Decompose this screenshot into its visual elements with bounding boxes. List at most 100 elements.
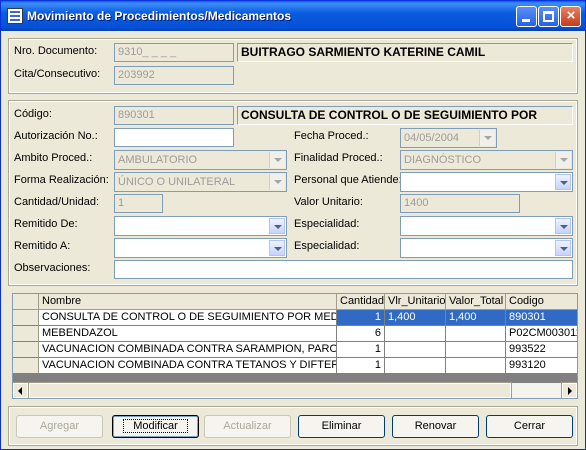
finalidad-value: DIAGNÓSTICO: [404, 154, 482, 166]
table-cell-valor-total[interactable]: 1,400: [446, 310, 506, 326]
actualizar-button[interactable]: Actualizar: [204, 415, 291, 438]
row-selector[interactable]: [13, 358, 39, 374]
fecha-value: 04/05/2004: [404, 132, 460, 144]
autorizacion-field[interactable]: [114, 128, 234, 147]
codigo-field: 890301: [114, 106, 234, 125]
valor-field: 1400: [400, 194, 520, 213]
table-cell-vlr-unitario[interactable]: [385, 326, 446, 342]
codigo-description: CONSULTA DE CONTROL O DE SEGUIMIENTO POR: [237, 106, 573, 125]
eliminar-button[interactable]: Eliminar: [298, 415, 385, 438]
table-cell-nombre[interactable]: VACUNACION COMBINADA CONTRA TETANOS Y DI…: [39, 358, 337, 374]
row-selector[interactable]: [13, 310, 39, 326]
modificar-button[interactable]: Modificar: [112, 415, 199, 438]
cerrar-label: Cerrar: [513, 420, 546, 432]
patient-name: BUITRAGO SARMIENTO KATERINE CAMIL: [237, 43, 573, 62]
window-title: Movimiento de Procedimientos/Medicamento…: [27, 9, 292, 23]
table-cell-valor-total[interactable]: [446, 326, 506, 342]
ambito-label: Ambito Proced.:: [14, 152, 93, 164]
table-cell-valor-total[interactable]: [446, 342, 506, 358]
modificar-label: Modificar: [123, 419, 188, 433]
table-cell-valor-total[interactable]: [446, 358, 506, 374]
renovar-button[interactable]: Renovar: [392, 415, 479, 438]
finalidad-select[interactable]: DIAGNÓSTICO: [400, 150, 573, 170]
horizontal-scrollbar[interactable]: [13, 382, 577, 398]
minimize-button[interactable]: [516, 6, 537, 27]
actualizar-label: Actualizar: [223, 420, 272, 432]
codigo-label: Código:: [14, 108, 52, 120]
chevron-down-icon: [269, 240, 285, 256]
chevron-down-icon: [269, 174, 285, 190]
remitido-de-label: Remitido De:: [14, 218, 78, 230]
minimize-icon: [522, 19, 530, 22]
cantidad-label: Cantidad/Unidad:: [14, 196, 100, 208]
especialidad1-label: Especialidad:: [294, 218, 360, 230]
chevron-down-icon: [269, 218, 285, 234]
agregar-button[interactable]: Agregar: [16, 415, 103, 438]
table-cell-codigo[interactable]: 890301: [506, 310, 577, 326]
cerrar-button[interactable]: Cerrar: [486, 415, 573, 438]
column-header-nombre[interactable]: Nombre: [39, 294, 337, 310]
forma-value: ÚNICO O UNILATERAL: [118, 176, 236, 188]
agregar-label: Agregar: [39, 420, 80, 432]
table-cell-nombre[interactable]: MEBENDAZOL: [39, 326, 337, 342]
scroll-right-arrow-icon[interactable]: [561, 382, 577, 398]
finalidad-label: Finalidad Proced.:: [294, 152, 383, 164]
table-cell-cantidad[interactable]: 1: [337, 358, 385, 374]
especialidad2-select[interactable]: [400, 238, 573, 258]
close-icon: ×: [566, 7, 576, 24]
table-cell-cantidad[interactable]: 6: [337, 326, 385, 342]
column-header-valor-total[interactable]: Valor_Total: [446, 294, 506, 310]
personal-label: Personal que Atiende:: [294, 174, 402, 186]
table-cell-codigo[interactable]: 993522: [506, 342, 577, 358]
close-button[interactable]: ×: [560, 6, 581, 27]
table-cell-codigo[interactable]: P02CM003011: [506, 326, 577, 342]
chevron-down-icon: [555, 152, 571, 168]
scroll-left-arrow-icon[interactable]: [13, 382, 29, 398]
table-cell-nombre[interactable]: CONSULTA DE CONTROL O DE SEGUIMIENTO POR…: [39, 310, 337, 326]
column-header-codigo[interactable]: Codigo: [506, 294, 577, 310]
table-cell-vlr-unitario[interactable]: 1,400: [385, 310, 446, 326]
row-selector[interactable]: [13, 326, 39, 342]
title-bar[interactable]: Movimiento de Procedimientos/Medicamento…: [1, 1, 585, 31]
remitido-a-select[interactable]: [114, 238, 287, 258]
especialidad1-select[interactable]: [400, 216, 573, 236]
fecha-picker[interactable]: 04/05/2004: [400, 128, 497, 148]
table-cell-cantidad[interactable]: 1: [337, 342, 385, 358]
observaciones-label: Observaciones:: [14, 262, 91, 274]
table-cell-codigo[interactable]: 993120: [506, 358, 577, 374]
ambito-select[interactable]: AMBULATORIO: [114, 150, 287, 170]
table-cell-vlr-unitario[interactable]: [385, 358, 446, 374]
column-header-cantidad[interactable]: Cantidad: [337, 294, 385, 310]
chevron-down-icon: [555, 174, 571, 190]
maximize-button[interactable]: [538, 6, 559, 27]
row-selector[interactable]: [13, 342, 39, 358]
remitido-a-label: Remitido A:: [14, 240, 71, 252]
nro-documento-label: Nro. Documento:: [14, 45, 98, 57]
nro-documento-field: 9310_ _ _ _: [114, 43, 234, 62]
items-grid[interactable]: Nombre Cantidad Vlr_Unitario Valor_Total…: [12, 293, 578, 399]
renovar-label: Renovar: [414, 420, 457, 432]
cita-field: 203992: [114, 66, 234, 85]
autorizacion-label: Autorización No.:: [14, 130, 98, 142]
cantidad-field: 1: [114, 194, 163, 213]
table-cell-nombre[interactable]: VACUNACION COMBINADA CONTRA SARAMPION, P…: [39, 342, 337, 358]
chevron-down-icon: [479, 130, 495, 146]
column-header-vlr-unitario[interactable]: Vlr_Unitario: [385, 294, 446, 310]
app-icon: [7, 8, 23, 24]
eliminar-label: Eliminar: [321, 420, 362, 432]
maximize-icon: [543, 11, 554, 22]
chevron-down-icon: [555, 218, 571, 234]
ambito-value: AMBULATORIO: [118, 154, 198, 166]
personal-select[interactable]: [400, 172, 573, 192]
remitido-de-select[interactable]: [114, 216, 287, 236]
chevron-down-icon: [269, 152, 285, 168]
table-cell-cantidad[interactable]: 1: [337, 310, 385, 326]
observaciones-field[interactable]: [114, 260, 573, 279]
especialidad2-label: Especialidad:: [294, 240, 360, 252]
forma-select[interactable]: ÚNICO O UNILATERAL: [114, 172, 287, 192]
app-window: Movimiento de Procedimientos/Medicamento…: [0, 0, 586, 450]
chevron-down-icon: [555, 240, 571, 256]
table-cell-vlr-unitario[interactable]: [385, 342, 446, 358]
cita-label: Cita/Consecutivo:: [14, 68, 101, 80]
scrollbar-thumb[interactable]: [28, 382, 512, 398]
